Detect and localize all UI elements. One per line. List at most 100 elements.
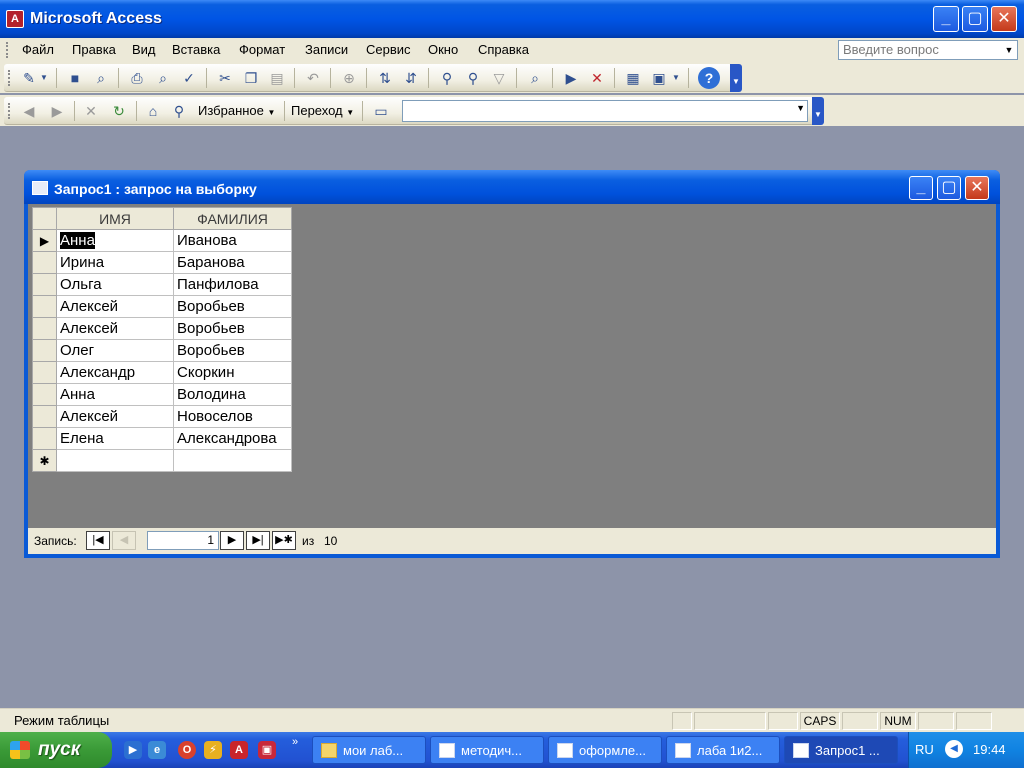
cell-surname[interactable]: Александрова bbox=[173, 427, 292, 450]
task-button[interactable]: лаба 1и2... bbox=[666, 736, 780, 764]
cell-surname[interactable]: Новоселов bbox=[173, 405, 292, 428]
first-record-button[interactable]: |◀ bbox=[86, 531, 110, 550]
favorites-menu[interactable]: Избранное ▼ bbox=[198, 103, 275, 118]
menu-records[interactable]: Записи bbox=[305, 42, 348, 57]
filter-by-selection-icon[interactable]: ⚲ bbox=[436, 67, 458, 89]
row-selector[interactable] bbox=[32, 361, 57, 384]
current-record-icon[interactable]: ▶ bbox=[32, 229, 57, 252]
quicklaunch-app-icon[interactable]: ▣ bbox=[258, 741, 276, 759]
toolbar-grip[interactable] bbox=[8, 103, 11, 119]
task-button[interactable]: оформле... bbox=[548, 736, 662, 764]
sort-descending-icon[interactable]: ⇵ bbox=[400, 67, 422, 89]
task-button-active[interactable]: Запрос1 ... bbox=[784, 736, 898, 764]
maximize-button[interactable]: ▢ bbox=[962, 6, 988, 32]
filter-by-form-icon[interactable]: ⚲ bbox=[462, 67, 484, 89]
new-record-icon[interactable]: ✱ bbox=[32, 449, 57, 472]
ask-question-input[interactable]: Введите вопрос ▼ bbox=[838, 40, 1018, 60]
previous-record-button[interactable]: ◀ bbox=[112, 531, 136, 550]
help-icon[interactable]: ? bbox=[698, 67, 720, 89]
minimize-button[interactable]: _ bbox=[933, 6, 959, 32]
media-player-icon[interactable]: ▶ bbox=[124, 741, 142, 759]
quicklaunch-app-icon[interactable]: ⚡ bbox=[204, 741, 222, 759]
current-record-input[interactable]: 1 bbox=[147, 531, 219, 550]
new-cell-surname[interactable] bbox=[173, 449, 292, 472]
row-selector[interactable] bbox=[32, 339, 57, 362]
cell-name[interactable]: Ольга bbox=[56, 273, 174, 296]
search-file-icon[interactable]: ⌕ bbox=[90, 67, 112, 89]
cell-name[interactable]: Анна bbox=[56, 229, 174, 252]
chevron-down-icon[interactable]: ▼ bbox=[1001, 41, 1017, 59]
forward-icon[interactable]: ▶ bbox=[46, 100, 68, 122]
cell-name[interactable]: Алексей bbox=[56, 295, 174, 318]
cut-icon[interactable]: ✂ bbox=[214, 67, 236, 89]
child-close-button[interactable]: ✕ bbox=[965, 176, 989, 200]
menu-help[interactable]: Справка bbox=[478, 42, 529, 57]
address-combo[interactable]: ▼ bbox=[402, 100, 808, 122]
language-indicator[interactable]: RU bbox=[915, 742, 934, 757]
menu-window[interactable]: Окно bbox=[428, 42, 458, 57]
search-web-icon[interactable]: ⚲ bbox=[168, 100, 190, 122]
cell-name[interactable]: Анна bbox=[56, 383, 174, 406]
task-button[interactable]: мои лаб... bbox=[312, 736, 426, 764]
row-selector[interactable] bbox=[32, 251, 57, 274]
cell-surname[interactable]: Воробьев bbox=[173, 317, 292, 340]
chevron-down-icon[interactable]: ▼ bbox=[38, 67, 50, 89]
row-selector[interactable] bbox=[32, 383, 57, 406]
app-titlebar[interactable]: A Microsoft Access _ ▢ ✕ bbox=[0, 0, 1024, 38]
row-selector[interactable] bbox=[32, 427, 57, 450]
cell-surname[interactable]: Скоркин bbox=[173, 361, 292, 384]
menubar-grip[interactable] bbox=[6, 42, 9, 58]
internet-explorer-icon[interactable]: e bbox=[148, 741, 166, 759]
menu-file[interactable]: Файл bbox=[22, 42, 54, 57]
find-icon[interactable]: ⌕ bbox=[524, 67, 546, 89]
save-icon[interactable]: ■ bbox=[64, 67, 86, 89]
toolbar-options-icon[interactable]: ▼ bbox=[812, 97, 824, 125]
print-icon[interactable]: ⎙ bbox=[126, 67, 148, 89]
toolbar-grip[interactable] bbox=[8, 70, 11, 86]
copy-icon[interactable]: ❐ bbox=[240, 67, 262, 89]
new-cell-name[interactable] bbox=[56, 449, 174, 472]
row-selector[interactable] bbox=[32, 405, 57, 428]
menu-format[interactable]: Формат bbox=[239, 42, 285, 57]
cell-surname[interactable]: Воробьев bbox=[173, 295, 292, 318]
opera-icon[interactable]: O bbox=[178, 741, 196, 759]
next-record-button[interactable]: ▶ bbox=[220, 531, 244, 550]
cell-name[interactable]: Олег bbox=[56, 339, 174, 362]
toolbar-options-icon[interactable]: ▼ bbox=[730, 64, 742, 92]
cell-name[interactable]: Александр bbox=[56, 361, 174, 384]
cell-name[interactable]: Ирина bbox=[56, 251, 174, 274]
row-selector[interactable] bbox=[32, 273, 57, 296]
new-record-button[interactable]: ▶✱ bbox=[272, 531, 296, 550]
cell-surname[interactable]: Панфилова bbox=[173, 273, 292, 296]
menu-view[interactable]: Вид bbox=[132, 42, 156, 57]
chevron-down-icon[interactable]: ▼ bbox=[796, 103, 805, 113]
row-selector[interactable] bbox=[32, 295, 57, 318]
show-web-toolbar-icon[interactable]: ▭ bbox=[370, 100, 392, 122]
apply-filter-icon[interactable]: ▽ bbox=[488, 67, 510, 89]
chevron-left-icon[interactable]: ◀ bbox=[945, 740, 963, 758]
cell-name[interactable]: Алексей bbox=[56, 317, 174, 340]
back-icon[interactable]: ◀ bbox=[18, 100, 40, 122]
home-icon[interactable]: ⌂ bbox=[142, 100, 164, 122]
new-record-icon[interactable]: ▶ bbox=[560, 67, 582, 89]
start-button[interactable]: пуск bbox=[0, 732, 112, 768]
cell-surname[interactable]: Воробьев bbox=[173, 339, 292, 362]
child-minimize-button[interactable]: _ bbox=[909, 176, 933, 200]
cell-name[interactable]: Елена bbox=[56, 427, 174, 450]
menu-insert[interactable]: Вставка bbox=[172, 42, 220, 57]
stop-icon[interactable]: ✕ bbox=[80, 100, 102, 122]
task-button[interactable]: методич... bbox=[430, 736, 544, 764]
hyperlink-icon[interactable]: ⊕ bbox=[338, 67, 360, 89]
column-header-name[interactable]: ИМЯ bbox=[56, 207, 174, 230]
new-object-icon[interactable]: ▣ bbox=[648, 67, 670, 89]
paste-icon[interactable]: ▤ bbox=[266, 67, 288, 89]
select-all-cell[interactable] bbox=[32, 207, 57, 230]
sort-ascending-icon[interactable]: ⇅ bbox=[374, 67, 396, 89]
child-maximize-button[interactable]: ▢ bbox=[937, 176, 961, 200]
query-window-titlebar[interactable]: Запрос1 : запрос на выборку _ ▢ ✕ bbox=[24, 170, 1000, 204]
last-record-button[interactable]: ▶| bbox=[246, 531, 270, 550]
column-header-surname[interactable]: ФАМИЛИЯ bbox=[173, 207, 292, 230]
cell-surname[interactable]: Володина bbox=[173, 383, 292, 406]
menu-tools[interactable]: Сервис bbox=[366, 42, 411, 57]
cell-name[interactable]: Алексей bbox=[56, 405, 174, 428]
